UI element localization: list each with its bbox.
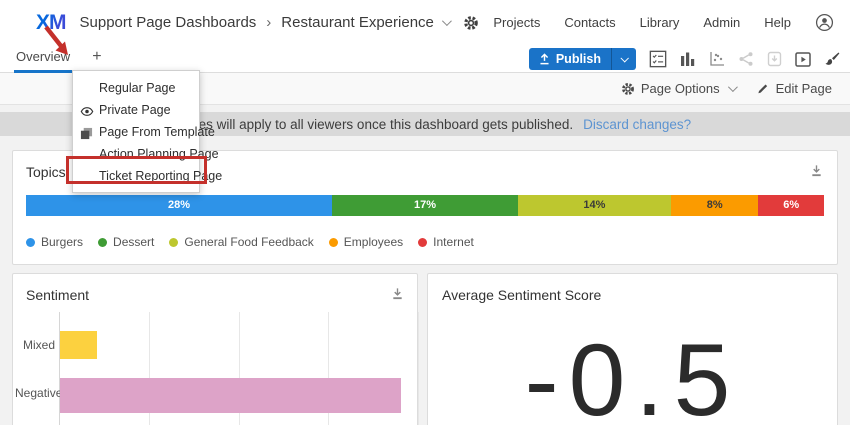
menu-item-private-page[interactable]: Private Page <box>73 99 199 121</box>
publish-button[interactable]: Publish <box>529 48 611 70</box>
legend-label: Employees <box>343 235 404 249</box>
user-avatar-icon[interactable] <box>815 13 834 32</box>
dashboard-page: XM Support Page Dashboards › Restaurant … <box>0 0 850 425</box>
export-download-icon[interactable] <box>810 164 823 183</box>
annotation-arrow <box>44 25 68 55</box>
page-options-label: Page Options <box>640 81 720 96</box>
topics-bar-segment[interactable]: 6% <box>758 195 824 216</box>
edit-page-label: Edit Page <box>775 81 832 96</box>
legend-dot-icon <box>418 237 428 247</box>
chevron-down-icon[interactable] <box>441 16 452 27</box>
topics-bar-segment[interactable]: 17% <box>332 195 518 216</box>
dashboard-settings-gear-icon[interactable] <box>463 15 479 31</box>
pencil-icon <box>758 84 767 94</box>
sentiment-widget: Sentiment Mixed Negative <box>12 273 419 425</box>
nav-help[interactable]: Help <box>764 15 791 30</box>
breadcrumb-separator: › <box>266 14 272 31</box>
legend-label: Dessert <box>113 235 155 249</box>
legend-item[interactable]: Dessert <box>98 235 154 249</box>
menu-item-label: Private Page <box>99 103 171 117</box>
banner-message: Changes will apply to all viewers once t… <box>158 116 574 132</box>
annotation-highlight-box <box>66 156 207 184</box>
gridline <box>418 312 419 425</box>
legend-dot-icon <box>26 237 35 247</box>
topics-stacked-bar: 28% 17% 14% 8% 6% <box>26 195 824 216</box>
play-video-icon[interactable] <box>795 51 811 67</box>
sentiment-bar-chart: Mixed Negative <box>13 274 419 425</box>
sentiment-score-value: -0.5 <box>524 323 741 425</box>
edit-page-button[interactable]: Edit Page <box>757 81 832 96</box>
sentiment-bar[interactable] <box>60 331 97 359</box>
legend-item[interactable]: General Food Feedback <box>169 235 314 249</box>
legend-dot-icon <box>98 237 108 247</box>
file-download-icon[interactable] <box>767 51 782 67</box>
topics-bar-segment[interactable]: 28% <box>26 195 333 216</box>
breadcrumb-root[interactable]: Support Page Dashboards <box>80 14 257 31</box>
legend-label: Internet <box>433 235 474 249</box>
bar-chart-icon[interactable] <box>680 51 696 67</box>
breadcrumb: Support Page Dashboards › Restaurant Exp… <box>80 14 479 31</box>
top-bar: XM Support Page Dashboards › Restaurant … <box>0 0 850 45</box>
topics-legend: Burgers Dessert General Food Feedback Emplo… <box>26 235 474 249</box>
average-sentiment-score-widget: Average Sentiment Score -0.5 <box>427 273 838 425</box>
chevron-down-icon <box>727 82 738 93</box>
nav-library[interactable]: Library <box>640 15 680 30</box>
publish-dropdown-button[interactable] <box>611 48 636 70</box>
share-icon[interactable] <box>738 51 754 67</box>
topics-widget-title: Topics <box>26 164 66 180</box>
nav-contacts[interactable]: Contacts <box>564 15 615 30</box>
upload-icon <box>540 53 549 65</box>
legend-dot-icon <box>328 237 338 247</box>
add-page-button[interactable]: + <box>92 49 101 68</box>
breadcrumb-current[interactable]: Restaurant Experience <box>281 14 434 31</box>
sentiment-bar[interactable] <box>60 378 401 413</box>
gear-icon <box>621 82 634 95</box>
nav-projects[interactable]: Projects <box>493 15 540 30</box>
nav-admin[interactable]: Admin <box>703 15 740 30</box>
publish-label: Publish <box>555 52 601 66</box>
topics-bar-segment[interactable]: 14% <box>517 195 671 216</box>
category-label: Negative <box>15 386 63 400</box>
legend-item[interactable]: Burgers <box>26 235 83 249</box>
legend-dot-icon <box>169 237 179 247</box>
legend-item[interactable]: Internet <box>418 235 474 249</box>
chevron-down-icon <box>620 54 629 63</box>
menu-item-label: Regular Page <box>99 81 176 95</box>
discard-changes-link[interactable]: Discard changes? <box>583 117 691 132</box>
score-widget-title: Average Sentiment Score <box>442 287 602 303</box>
publish-split-button: Publish <box>528 48 636 70</box>
dashboard-toolbar: Publish <box>528 45 840 73</box>
legend-label: General Food Feedback <box>184 235 314 249</box>
survey-checklist-icon[interactable] <box>649 50 667 68</box>
legend-label: Burgers <box>41 235 84 249</box>
page-options-button[interactable]: Page Options <box>621 81 738 96</box>
category-label: Mixed <box>22 338 55 352</box>
menu-item-regular-page[interactable]: Regular Page <box>73 77 199 99</box>
menu-item-page-from-template[interactable]: Page From Template <box>73 121 215 143</box>
menu-item-label: Page From Template <box>99 125 215 139</box>
scatter-chart-icon[interactable] <box>709 51 725 67</box>
brush-icon[interactable] <box>824 51 840 67</box>
topics-bar-segment[interactable]: 8% <box>670 195 759 216</box>
legend-item[interactable]: Employees <box>328 235 404 249</box>
global-nav: Projects Contacts Library Admin Help <box>493 0 834 45</box>
page-tab-bar: Overview + Publish <box>0 45 850 73</box>
